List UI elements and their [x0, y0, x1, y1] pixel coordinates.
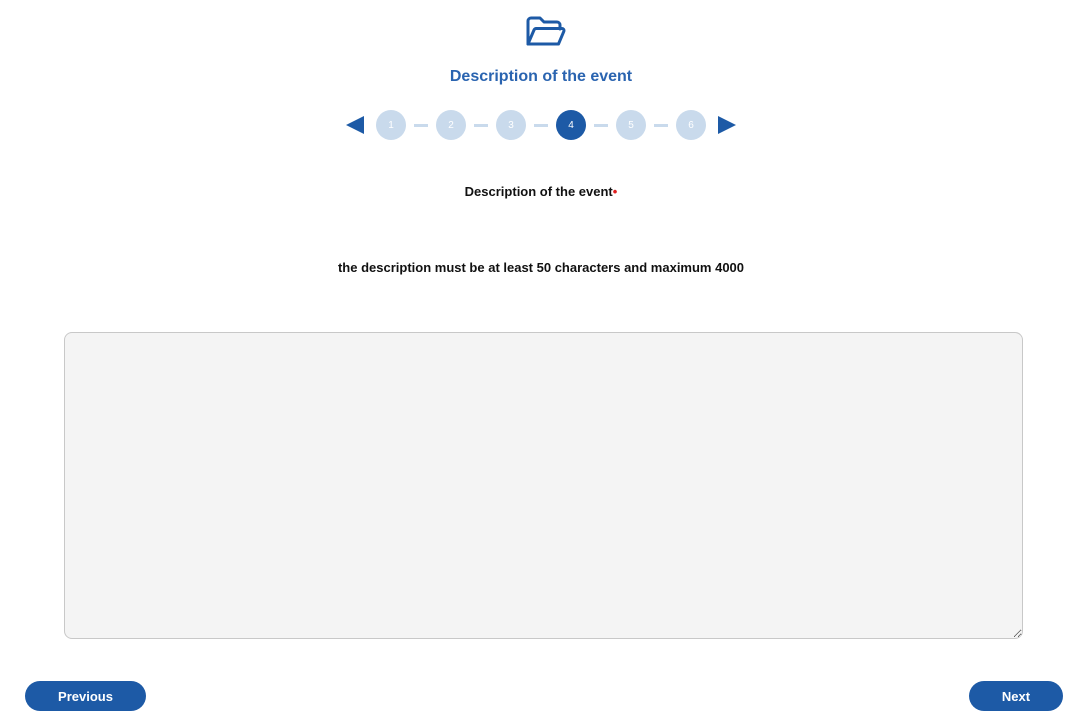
description-label: Description of the event•	[0, 184, 1082, 199]
step-connector	[534, 123, 548, 127]
step-5[interactable]: 5	[616, 110, 646, 140]
next-button[interactable]: Next	[969, 681, 1063, 711]
folder-open-icon	[526, 16, 566, 46]
triangle-right-icon[interactable]	[718, 116, 736, 134]
step-2[interactable]: 2	[436, 110, 466, 140]
description-textarea[interactable]	[64, 332, 1023, 639]
step-title: Description of the event	[449, 68, 633, 85]
step-3[interactable]: 3	[496, 110, 526, 140]
step-1[interactable]: 1	[376, 110, 406, 140]
step-connector	[414, 123, 428, 127]
triangle-left-icon[interactable]	[346, 116, 364, 134]
step-connector	[594, 123, 608, 127]
wizard-page: Description of the event 1 2 3 4 5 6 Des…	[0, 0, 1082, 712]
description-label-text: Description of the event	[464, 184, 613, 199]
step-connector	[654, 123, 668, 127]
step-4-current[interactable]: 4	[556, 110, 586, 140]
description-hint: the description must be at least 50 char…	[337, 260, 745, 275]
step-connector	[474, 123, 488, 127]
stepper: 1 2 3 4 5 6	[0, 108, 1082, 142]
required-marker: •	[612, 184, 618, 199]
previous-button[interactable]: Previous	[25, 681, 146, 711]
step-6[interactable]: 6	[676, 110, 706, 140]
